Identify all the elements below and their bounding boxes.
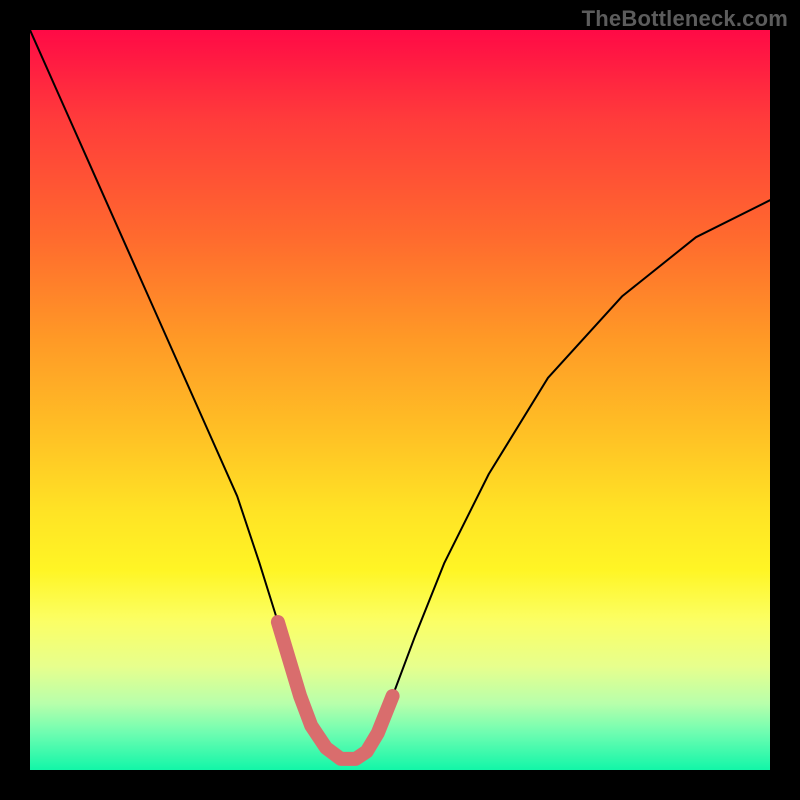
chart-svg — [30, 30, 770, 770]
highlight-line — [278, 622, 393, 759]
chart-plot-area — [30, 30, 770, 770]
watermark-text: TheBottleneck.com — [582, 6, 788, 32]
curve-line — [30, 30, 770, 759]
